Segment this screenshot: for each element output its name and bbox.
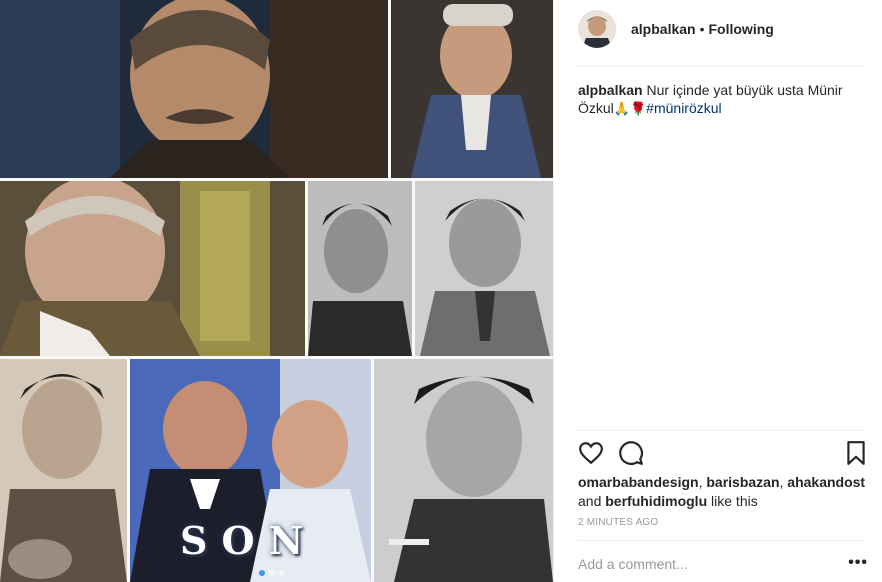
header-divider: [578, 66, 866, 67]
photo-smiling-bw-2: [415, 181, 553, 356]
avatar[interactable]: [578, 10, 616, 48]
rose-emoji: 🌹: [629, 101, 647, 116]
post-timestamp[interactable]: 2 MINUTES AGO: [578, 517, 658, 528]
heart-icon[interactable]: [578, 440, 604, 466]
post-caption: alpbalkan Nur içinde yat büyük usta Müni…: [578, 81, 863, 118]
hashtag-link[interactable]: #münirözkul: [646, 100, 721, 116]
liker-name[interactable]: omarbabandesign: [578, 474, 699, 490]
carousel-dot[interactable]: [259, 570, 265, 576]
carousel-indicator: [259, 570, 285, 576]
instagram-post: SON alpbalkan • Following alpbalkan Nur …: [0, 0, 882, 582]
likes-and: and: [578, 493, 602, 509]
pray-emoji: 🙏: [613, 101, 630, 116]
bookmark-icon[interactable]: [843, 440, 869, 466]
likes-suffix: like this: [711, 493, 758, 509]
header-separator: •: [699, 21, 705, 37]
photo-portrait-mustache: [0, 0, 388, 178]
post-header: alpbalkan • Following: [578, 10, 868, 48]
liker-name[interactable]: ahakandost: [787, 474, 865, 490]
photo-man-in-cap: [391, 0, 553, 178]
likes-summary: omarbabandesign, barisbazan, ahakandost …: [578, 473, 868, 511]
post-sidebar: alpbalkan • Following alpbalkan Nur için…: [553, 0, 882, 582]
son-overlay-text: SON: [180, 518, 318, 563]
comment-input[interactable]: [578, 556, 828, 572]
actions-divider: [578, 430, 866, 431]
liker-name[interactable]: berfuhidimoglu: [605, 493, 707, 509]
comment-box: •••: [578, 552, 868, 576]
carousel-dot[interactable]: [279, 570, 285, 576]
photo-man-with-cat: [0, 359, 127, 582]
carousel-dot[interactable]: [269, 570, 275, 576]
post-actions: [578, 440, 868, 466]
photo-smiling-cigarette: [374, 359, 553, 582]
photo-smiling-bw-1: [308, 181, 412, 356]
more-icon[interactable]: •••: [848, 554, 868, 572]
header-username[interactable]: alpbalkan: [631, 21, 696, 37]
photo-crying-man: [0, 181, 305, 356]
liker-name[interactable]: barisbazan: [706, 474, 779, 490]
comment-icon[interactable]: [618, 440, 644, 466]
post-image-collage[interactable]: SON: [0, 0, 553, 582]
following-button[interactable]: Following: [709, 21, 774, 37]
comment-divider: [578, 540, 866, 541]
caption-username[interactable]: alpbalkan: [578, 82, 643, 98]
